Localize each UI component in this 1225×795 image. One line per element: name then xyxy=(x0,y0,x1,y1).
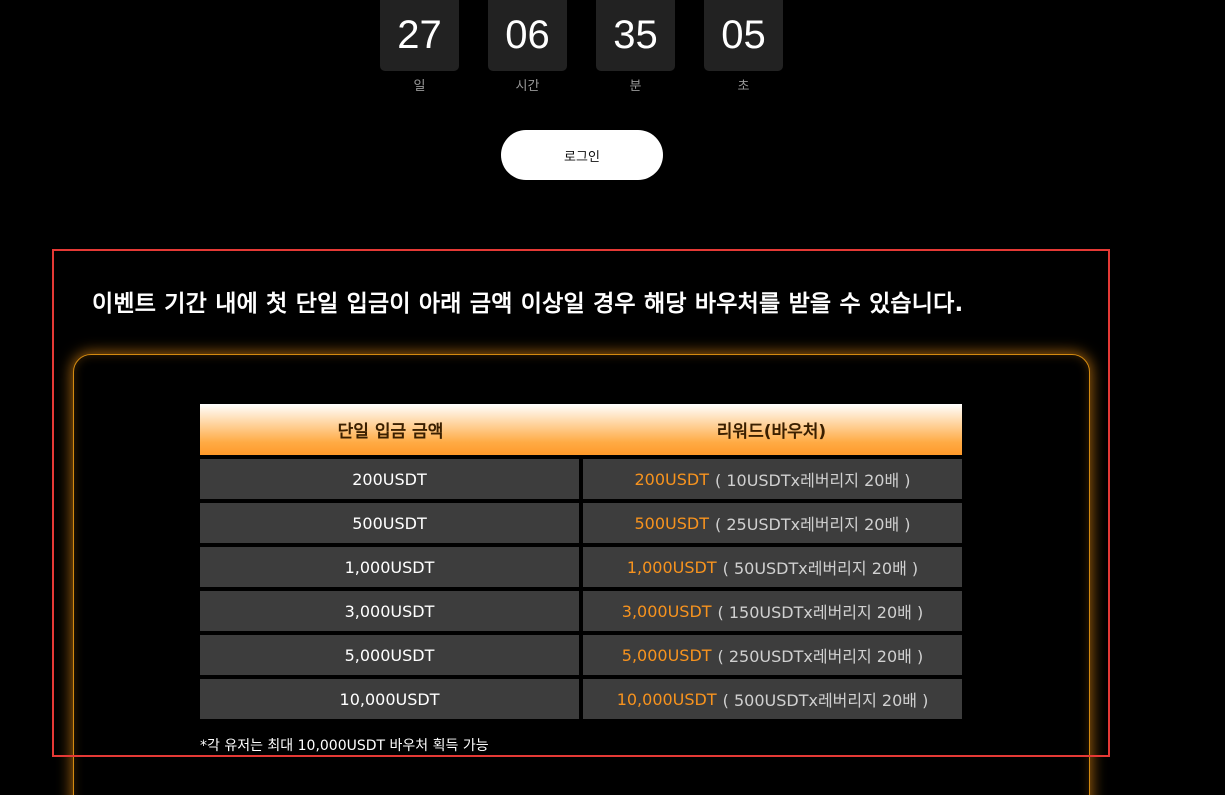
table-row: 500USDT 500USDT ( 25USDTx레버리지 20배 ) xyxy=(200,503,962,543)
reward-cell: 200USDT ( 10USDTx레버리지 20배 ) xyxy=(583,459,962,499)
reward-detail: ( 50USDTx레버리지 20배 ) xyxy=(722,559,919,578)
countdown-hours-value: 06 xyxy=(488,0,567,71)
reward-value: 1,000USDT xyxy=(626,557,717,577)
event-headline: 이벤트 기간 내에 첫 단일 입금이 아래 금액 이상일 경우 해당 바우처를 … xyxy=(92,291,964,317)
reward-detail: ( 150USDTx레버리지 20배 ) xyxy=(717,603,924,622)
reward-value: 3,000USDT xyxy=(621,601,712,621)
countdown-timer: 27 일 06 시간 35 분 05 초 xyxy=(380,0,783,94)
countdown-days: 27 일 xyxy=(380,0,459,94)
table-row: 10,000USDT 10,000USDT ( 500USDTx레버리지 20배… xyxy=(200,679,962,719)
deposit-amount-cell: 5,000USDT xyxy=(200,635,579,675)
countdown-hours: 06 시간 xyxy=(488,0,567,94)
deposit-amount-cell: 3,000USDT xyxy=(200,591,579,631)
countdown-seconds-value: 05 xyxy=(704,0,783,71)
reward-cell: 5,000USDT ( 250USDTx레버리지 20배 ) xyxy=(583,635,962,675)
reward-value: 200USDT xyxy=(634,469,710,489)
login-button[interactable]: 로그인 xyxy=(501,130,663,180)
countdown-days-value: 27 xyxy=(380,0,459,71)
reward-detail: ( 250USDTx레버리지 20배 ) xyxy=(717,647,924,666)
reward-cell: 3,000USDT ( 150USDTx레버리지 20배 ) xyxy=(583,591,962,631)
countdown-seconds: 05 초 xyxy=(704,0,783,94)
reward-detail: ( 25USDTx레버리지 20배 ) xyxy=(715,515,911,534)
table-row: 200USDT 200USDT ( 10USDTx레버리지 20배 ) xyxy=(200,459,962,499)
reward-detail: ( 10USDTx레버리지 20배 ) xyxy=(715,471,911,490)
reward-table: 단일 입금 금액 리워드(바우처) 200USDT 200USDT ( 10US… xyxy=(200,404,962,719)
countdown-minutes: 35 분 xyxy=(596,0,675,94)
countdown-minutes-label: 분 xyxy=(629,79,642,94)
deposit-amount-cell: 1,000USDT xyxy=(200,547,579,587)
event-page: 27 일 06 시간 35 분 05 초 로그인 이벤트 기간 내에 첫 단일 … xyxy=(0,0,1225,795)
table-header: 단일 입금 금액 리워드(바우처) xyxy=(200,404,962,455)
countdown-days-label: 일 xyxy=(413,79,426,94)
deposit-amount-cell: 500USDT xyxy=(200,503,579,543)
deposit-amount-cell: 10,000USDT xyxy=(200,679,579,719)
reward-cell: 1,000USDT ( 50USDTx레버리지 20배 ) xyxy=(583,547,962,587)
footnote: *각 유저는 최대 10,000USDT 바우처 획득 가능 xyxy=(200,738,489,754)
countdown-minutes-value: 35 xyxy=(596,0,675,71)
reward-detail: ( 500USDTx레버리지 20배 ) xyxy=(722,691,929,710)
table-row: 1,000USDT 1,000USDT ( 50USDTx레버리지 20배 ) xyxy=(200,547,962,587)
reward-cell: 10,000USDT ( 500USDTx레버리지 20배 ) xyxy=(583,679,962,719)
table-row: 5,000USDT 5,000USDT ( 250USDTx레버리지 20배 ) xyxy=(200,635,962,675)
deposit-amount-cell: 200USDT xyxy=(200,459,579,499)
countdown-hours-label: 시간 xyxy=(515,79,540,94)
header-reward: 리워드(바우처) xyxy=(716,422,827,442)
table-row: 3,000USDT 3,000USDT ( 150USDTx레버리지 20배 ) xyxy=(200,591,962,631)
reward-value: 5,000USDT xyxy=(621,645,712,665)
header-deposit-amount: 단일 입금 금액 xyxy=(337,422,444,442)
countdown-seconds-label: 초 xyxy=(737,79,750,94)
reward-value: 500USDT xyxy=(634,513,710,533)
reward-value: 10,000USDT xyxy=(616,689,717,709)
reward-cell: 500USDT ( 25USDTx레버리지 20배 ) xyxy=(583,503,962,543)
